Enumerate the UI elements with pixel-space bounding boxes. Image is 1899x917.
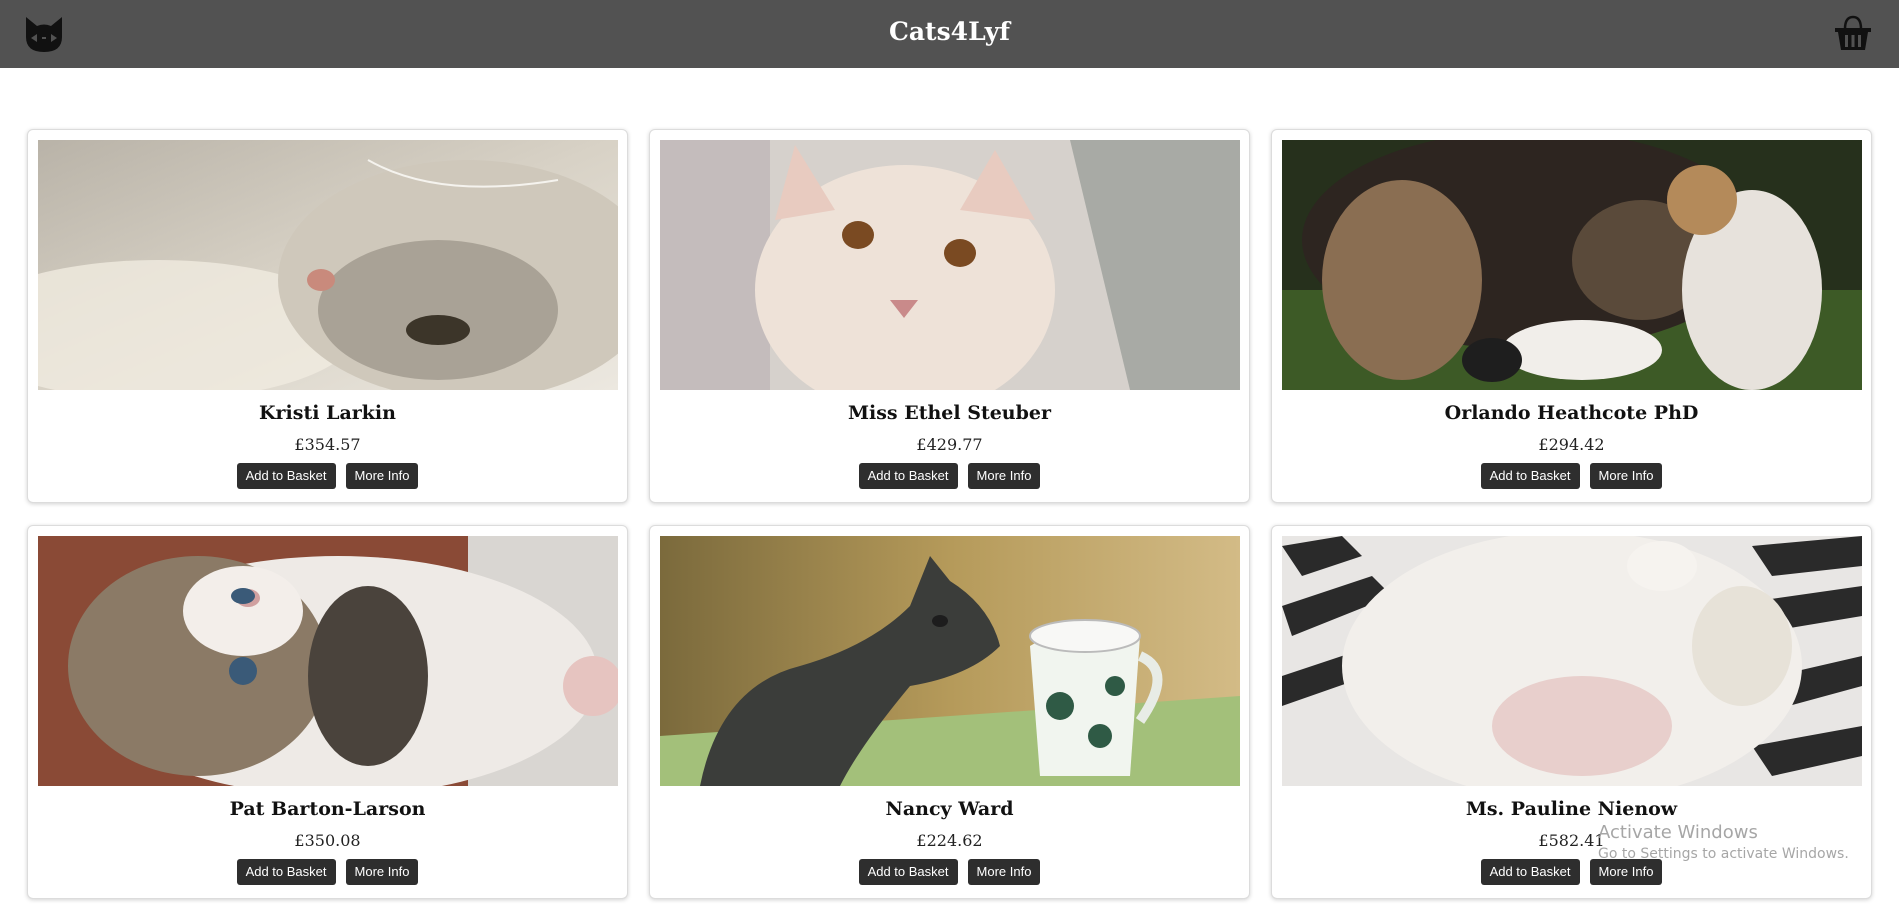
more-info-button[interactable]: More Info [967, 859, 1041, 885]
cat-name: Kristi Larkin [259, 402, 396, 424]
cat-photo [38, 140, 618, 390]
cat-card: Miss Ethel Steuber £429.77 Add to Basket… [649, 129, 1250, 503]
cat-name: Nancy Ward [885, 798, 1014, 820]
activate-windows-watermark: Activate Windows Go to Settings to activ… [1598, 822, 1849, 862]
more-info-button[interactable]: More Info [1589, 463, 1663, 489]
cat-name: Pat Barton-Larson [229, 798, 426, 820]
cat-card: Orlando Heathcote PhD £294.42 Add to Bas… [1271, 129, 1872, 503]
more-info-button[interactable]: More Info [345, 859, 419, 885]
add-to-basket-button[interactable]: Add to Basket [858, 859, 958, 885]
watermark-subtitle: Go to Settings to activate Windows. [1598, 846, 1849, 862]
cat-price: £429.77 [916, 435, 983, 454]
cat-product-grid: Kristi Larkin £354.57 Add to Basket More… [0, 0, 1899, 917]
cat-photo [1282, 536, 1862, 786]
cat-card: Nancy Ward £224.62 Add to Basket More In… [649, 525, 1250, 899]
add-to-basket-button[interactable]: Add to Basket [1480, 463, 1580, 489]
cat-price: £224.62 [916, 831, 983, 850]
add-to-basket-button[interactable]: Add to Basket [858, 463, 958, 489]
cat-price: £294.42 [1538, 435, 1605, 454]
add-to-basket-button[interactable]: Add to Basket [236, 859, 336, 885]
more-info-button[interactable]: More Info [1589, 859, 1663, 885]
cat-name: Orlando Heathcote PhD [1444, 402, 1699, 424]
cat-name: Ms. Pauline Nienow [1465, 798, 1678, 820]
cat-photo [38, 536, 618, 786]
cat-card: Pat Barton-Larson £350.08 Add to Basket … [27, 525, 628, 899]
cat-name: Miss Ethel Steuber [847, 402, 1052, 424]
add-to-basket-button[interactable]: Add to Basket [236, 463, 336, 489]
cat-card: Kristi Larkin £354.57 Add to Basket More… [27, 129, 628, 503]
cat-photo [660, 140, 1240, 390]
more-info-button[interactable]: More Info [967, 463, 1041, 489]
watermark-title: Activate Windows [1598, 822, 1758, 843]
add-to-basket-button[interactable]: Add to Basket [1480, 859, 1580, 885]
cat-photo [1282, 140, 1862, 390]
cat-photo [660, 536, 1240, 786]
cat-price: £350.08 [294, 831, 361, 850]
more-info-button[interactable]: More Info [345, 463, 419, 489]
cat-price: £354.57 [294, 435, 361, 454]
